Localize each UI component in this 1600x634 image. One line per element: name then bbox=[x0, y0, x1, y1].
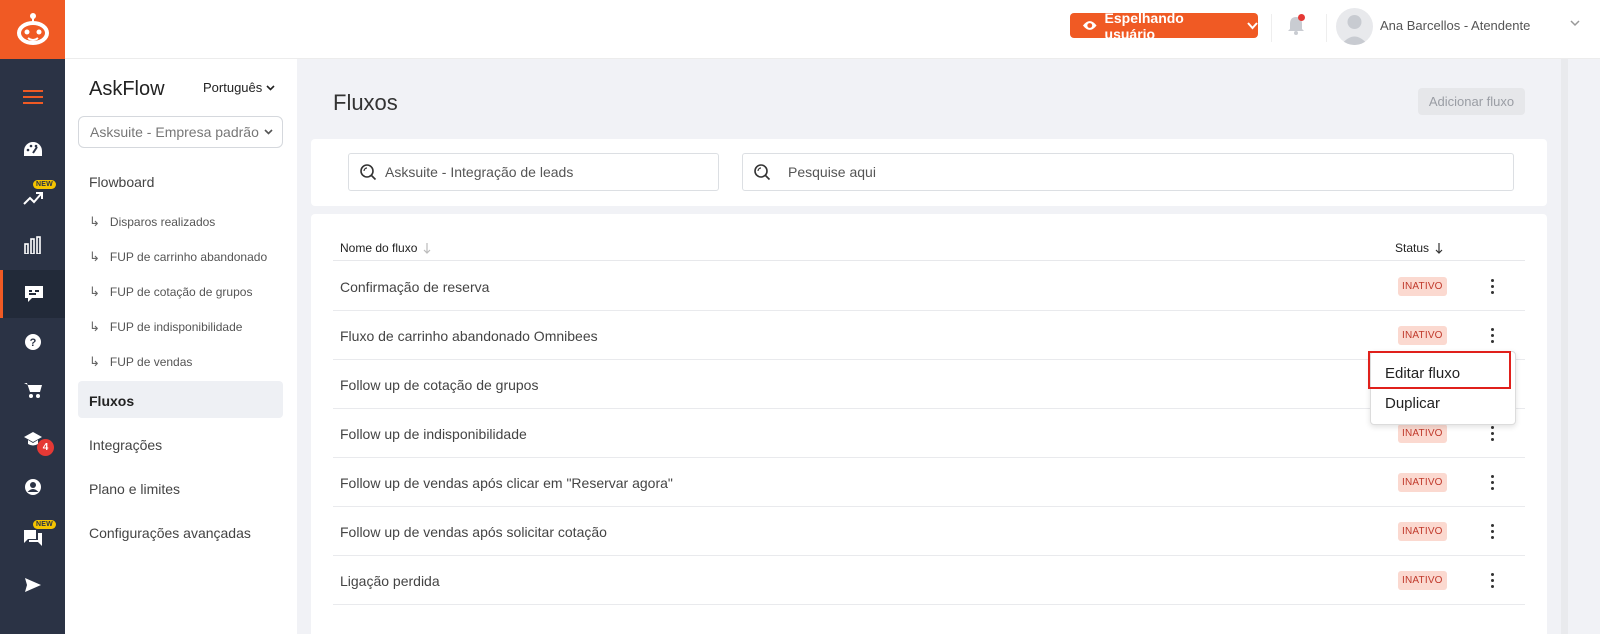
filter-card: Asksuite - Integração de leads Pesquise … bbox=[311, 139, 1547, 206]
chat-flow-icon[interactable] bbox=[0, 270, 65, 318]
user-menu-chevron-icon[interactable] bbox=[1570, 20, 1580, 27]
integration-filter-input[interactable]: Asksuite - Integração de leads bbox=[348, 153, 719, 191]
sidebar-subitem[interactable]: ↳ FUP de cotação de grupos bbox=[89, 284, 252, 300]
sub-arrow-icon: ↳ bbox=[89, 319, 100, 334]
status-badge: INATIVO bbox=[1398, 326, 1447, 345]
search-icon bbox=[360, 164, 377, 181]
search-input[interactable]: Pesquise aqui bbox=[742, 153, 1514, 191]
flow-name: Follow up de vendas após clicar em "Rese… bbox=[340, 475, 673, 491]
menu-item-duplicate[interactable]: Duplicar bbox=[1385, 395, 1440, 412]
table-row[interactable]: Follow up de vendas após solicitar cotaç… bbox=[333, 507, 1525, 556]
flow-name: Confirmação de reserva bbox=[340, 279, 490, 295]
secondary-sidebar: AskFlow Português Asksuite - Empresa pad… bbox=[65, 59, 297, 634]
dashboard-icon[interactable] bbox=[0, 125, 65, 173]
mirroring-user-button[interactable]: Espelhando usuário bbox=[1070, 10, 1258, 42]
sidebar-item-flowboard[interactable]: Flowboard bbox=[89, 174, 154, 190]
sidebar-subitem[interactable]: ↳ FUP de indisponibilidade bbox=[89, 319, 242, 335]
sub-arrow-icon: ↳ bbox=[89, 249, 100, 264]
status-badge: INATIVO bbox=[1398, 571, 1447, 590]
page-title: Fluxos bbox=[333, 90, 398, 115]
sidebar-subitem[interactable]: ↳ FUP de carrinho abandonado bbox=[89, 249, 267, 265]
sort-arrow-icon bbox=[1435, 242, 1443, 254]
flow-name: Fluxo de carrinho abandonado Omnibees bbox=[340, 328, 598, 344]
flow-name: Follow up de cotação de grupos bbox=[340, 377, 539, 393]
avatar[interactable] bbox=[1336, 8, 1373, 45]
menu-icon[interactable] bbox=[0, 73, 65, 121]
status-badge: INATIVO bbox=[1398, 424, 1447, 443]
chat-icon[interactable]: NEW bbox=[0, 514, 65, 562]
sidebar-item-integracoes[interactable]: Integrações bbox=[89, 437, 162, 453]
row-menu-icon[interactable] bbox=[1483, 325, 1501, 345]
column-header-name[interactable]: Nome do fluxo bbox=[340, 241, 431, 255]
sub-arrow-icon: ↳ bbox=[89, 354, 100, 369]
flow-name: Ligação perdida bbox=[340, 573, 440, 589]
search-icon bbox=[754, 164, 771, 181]
chevron-down-icon bbox=[264, 129, 273, 135]
sort-arrow-icon bbox=[423, 242, 431, 254]
chevron-down-icon bbox=[266, 84, 275, 91]
flow-name: Follow up de indisponibilidade bbox=[340, 426, 527, 442]
flows-table: Nome do fluxo Status Confirmação de rese… bbox=[311, 214, 1547, 634]
row-menu-icon[interactable] bbox=[1483, 570, 1501, 590]
robot-logo[interactable] bbox=[0, 0, 65, 59]
new-badge: NEW bbox=[33, 520, 56, 529]
status-badge: INATIVO bbox=[1398, 473, 1447, 492]
language-selector[interactable]: Português bbox=[203, 80, 275, 95]
column-header-status[interactable]: Status bbox=[1395, 241, 1443, 255]
scrollbar[interactable] bbox=[1561, 59, 1568, 634]
brand-title: AskFlow bbox=[89, 78, 165, 100]
notification-dot bbox=[1298, 14, 1305, 21]
table-row[interactable]: Ligação perdida INATIVO bbox=[333, 556, 1525, 605]
sidebar-subitem[interactable]: ↳ Disparos realizados bbox=[89, 214, 215, 230]
svg-text:?: ? bbox=[29, 337, 36, 349]
top-bar: Espelhando usuário Ana Barcellos - Atend… bbox=[65, 0, 1600, 59]
row-menu-icon[interactable] bbox=[1483, 276, 1501, 296]
integration-filter-value: Asksuite - Integração de leads bbox=[385, 164, 574, 180]
edit-flow-highlight bbox=[1368, 351, 1511, 389]
chevron-down-icon bbox=[1247, 21, 1258, 29]
sub-arrow-icon: ↳ bbox=[89, 284, 100, 299]
company-label: Asksuite - Empresa padrão bbox=[90, 124, 259, 140]
main-content: Fluxos Adicionar fluxo Asksuite - Integr… bbox=[311, 59, 1547, 634]
trending-icon[interactable]: NEW bbox=[0, 174, 65, 222]
row-menu-icon[interactable] bbox=[1483, 423, 1501, 443]
company-select[interactable]: Asksuite - Empresa padrão bbox=[78, 116, 283, 148]
account-icon[interactable] bbox=[0, 463, 65, 511]
table-row[interactable]: Follow up de cotação de grupos bbox=[333, 360, 1525, 409]
sidebar-item-config[interactable]: Configurações avançadas bbox=[89, 525, 251, 541]
help-icon[interactable]: ? bbox=[0, 318, 65, 366]
bar-chart-icon[interactable] bbox=[0, 221, 65, 269]
cart-icon[interactable] bbox=[0, 366, 65, 414]
eye-icon bbox=[1082, 21, 1097, 30]
language-label: Português bbox=[203, 80, 263, 95]
flow-name: Follow up de vendas após solicitar cotaç… bbox=[340, 524, 607, 540]
status-badge: INATIVO bbox=[1398, 277, 1447, 296]
table-row[interactable]: Fluxo de carrinho abandonado Omnibees IN… bbox=[333, 311, 1525, 360]
sidebar-subitem[interactable]: ↳ FUP de vendas bbox=[89, 354, 192, 370]
sub-arrow-icon: ↳ bbox=[89, 214, 100, 229]
mirroring-label: Espelhando usuário bbox=[1104, 9, 1184, 42]
sidebar-item-plano[interactable]: Plano e limites bbox=[89, 481, 180, 497]
row-menu-icon[interactable] bbox=[1483, 521, 1501, 541]
table-row[interactable]: Follow up de vendas após clicar em "Rese… bbox=[333, 458, 1525, 507]
school-icon[interactable]: 4 bbox=[0, 415, 65, 463]
status-badge: INATIVO bbox=[1398, 522, 1447, 541]
row-menu-icon[interactable] bbox=[1483, 472, 1501, 492]
send-icon[interactable] bbox=[0, 561, 65, 609]
user-name[interactable]: Ana Barcellos - Atendente bbox=[1380, 18, 1530, 33]
table-row[interactable]: Confirmação de reserva INATIVO bbox=[333, 262, 1525, 311]
new-badge: NEW bbox=[33, 180, 56, 189]
search-placeholder: Pesquise aqui bbox=[788, 164, 876, 180]
table-row[interactable]: Follow up de indisponibilidade INATIVO bbox=[333, 409, 1525, 458]
table-header: Nome do fluxo Status bbox=[333, 232, 1525, 261]
sidebar-item-fluxos[interactable]: Fluxos bbox=[89, 393, 134, 409]
left-rail: NEW ? 4 NEW bbox=[0, 0, 65, 634]
education-count-badge: 4 bbox=[37, 439, 54, 456]
add-flow-button[interactable]: Adicionar fluxo bbox=[1418, 88, 1525, 115]
